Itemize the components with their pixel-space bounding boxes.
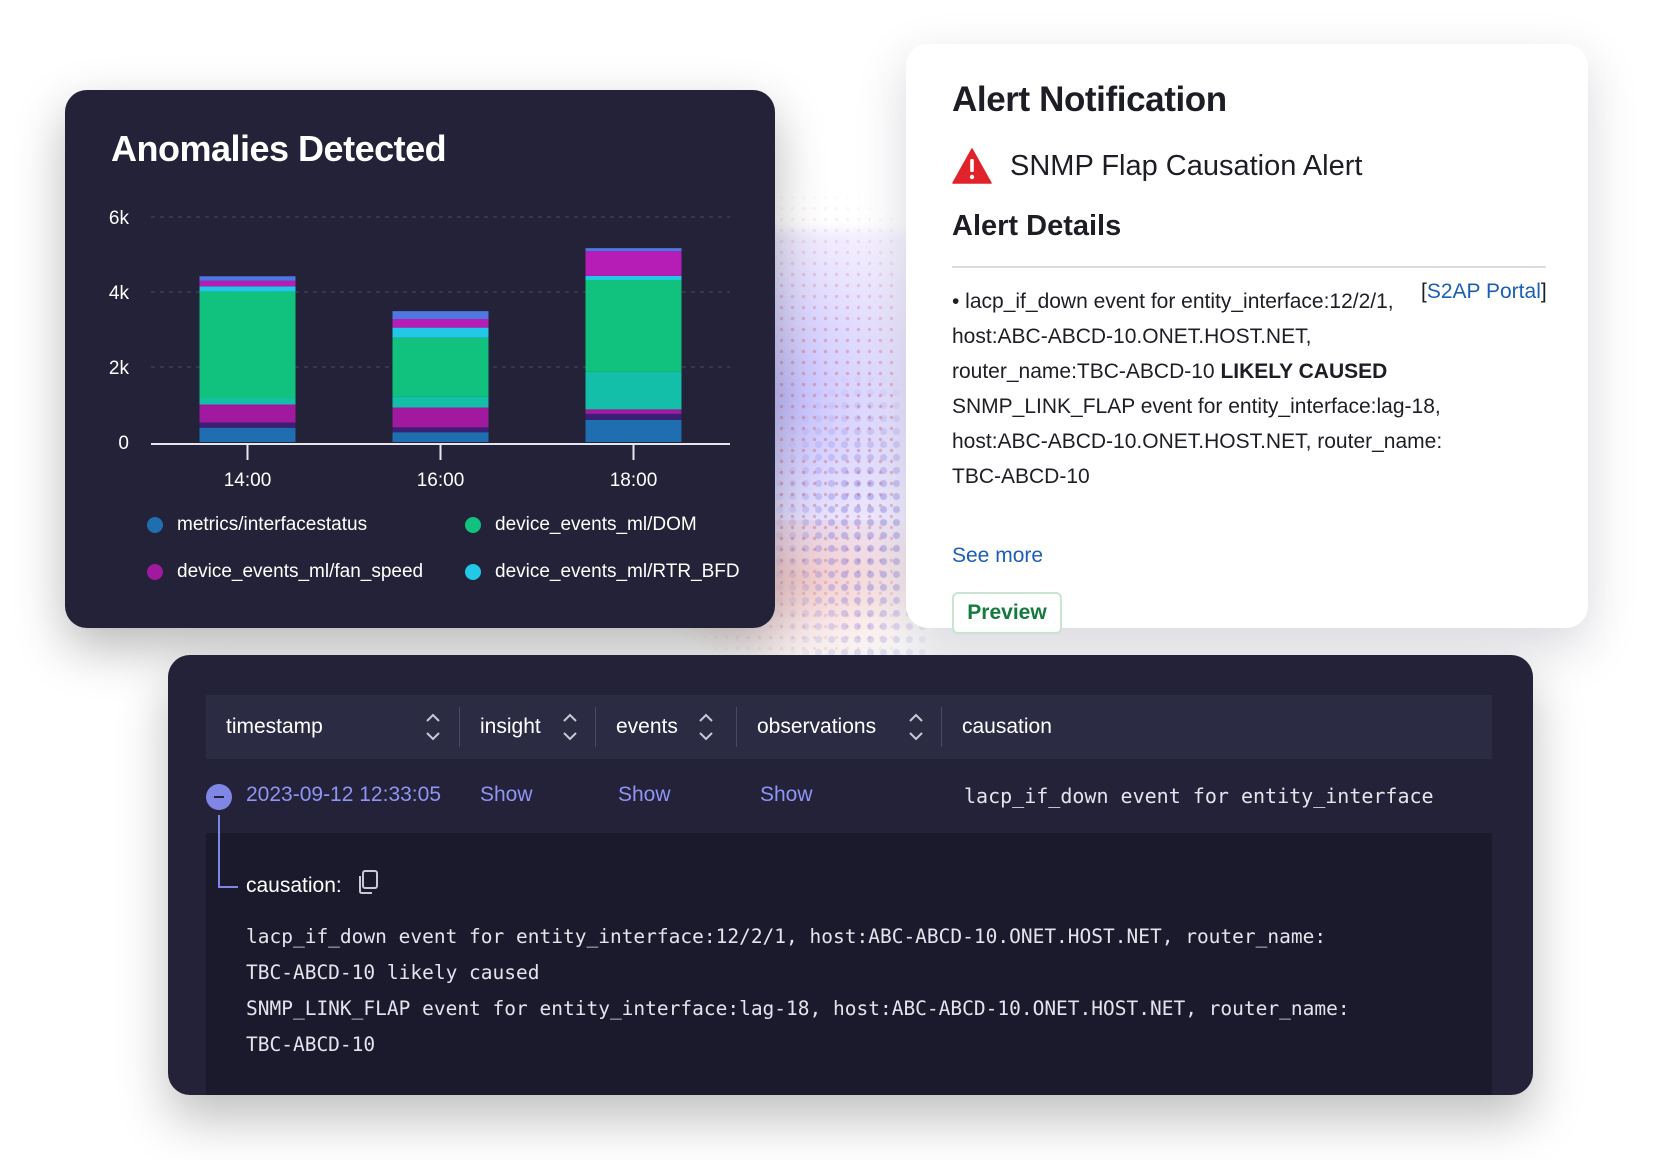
y-tick-label: 0 — [118, 433, 129, 454]
bar-segment — [199, 398, 296, 405]
expanded-row-panel: causation: lacp_if_down event for entity… — [206, 833, 1492, 1095]
column-header-observations[interactable]: observations — [737, 695, 942, 759]
bar-segment — [199, 422, 296, 428]
column-label: causation — [962, 715, 1052, 738]
alert-name: SNMP Flap Causation Alert — [1010, 149, 1363, 182]
legend-item-interfacestatus: metrics/interfacestatus — [147, 514, 367, 536]
preview-button[interactable]: Preview — [952, 592, 1062, 634]
bar-segment — [585, 371, 682, 410]
bar-segment — [585, 280, 682, 372]
cell-causation: lacp_if_down event for entity_interface — [964, 784, 1434, 808]
bar-segment — [392, 427, 489, 433]
tree-connector — [218, 815, 220, 888]
bar-segment — [392, 327, 489, 338]
legend-label: metrics/interfacestatus — [177, 514, 368, 535]
bar-segment — [585, 251, 682, 276]
causation-line: SNMP_LINK_FLAP event for entity_interfac… — [246, 997, 1350, 1020]
bar-segment — [199, 286, 296, 292]
legend-item-rtr-bfd: device_events_ml/RTR_BFD — [465, 561, 740, 583]
causation-label: causation: — [246, 874, 342, 897]
bar-segment — [199, 291, 296, 399]
legend-item-dom: device_events_ml/DOM — [465, 514, 697, 536]
bar-segment — [392, 396, 489, 408]
legend-item-fan-speed: device_events_ml/fan_speed — [147, 561, 423, 583]
sort-icon[interactable] — [425, 711, 441, 743]
bar-segment — [392, 319, 489, 328]
legend-dot — [465, 564, 481, 580]
detail-line: host:ABC-ABCD-10.ONET.HOST.NET, router_n… — [952, 430, 1443, 453]
warning-triangle-icon — [952, 148, 992, 184]
column-label: events — [616, 715, 678, 738]
x-tick-label: 14:00 — [224, 470, 272, 491]
legend-label: device_events_ml/DOM — [495, 514, 697, 535]
column-header-timestamp[interactable]: timestamp — [206, 695, 460, 759]
insights-table-card: timestamp insight events observations ca… — [168, 655, 1533, 1095]
show-insight-link[interactable]: Show — [480, 783, 533, 807]
alert-card-title: Alert Notification — [952, 80, 1227, 119]
anomalies-bar-chart: 6k 4k 2k 0 14:00 16:00 18:00 — [109, 208, 730, 491]
alert-name-row: SNMP Flap Causation Alert — [952, 148, 1362, 184]
divider — [952, 266, 1546, 268]
y-tick-label: 6k — [109, 208, 130, 229]
legend-dot — [147, 564, 163, 580]
detail-line: SNMP_LINK_FLAP event for entity_interfac… — [952, 395, 1441, 418]
bar-segment — [392, 432, 489, 442]
x-tick-label: 18:00 — [610, 470, 658, 491]
alert-notification-card: Alert Notification SNMP Flap Causation A… — [906, 44, 1588, 634]
causation-line: lacp_if_down event for entity_interface:… — [246, 925, 1327, 948]
causation-text: lacp_if_down event for entity_interface:… — [246, 919, 1350, 1063]
bar-segment — [199, 404, 296, 423]
table-header: timestamp insight events observations ca… — [206, 695, 1492, 759]
legend-label: device_events_ml/RTR_BFD — [495, 561, 740, 582]
bar-segment — [585, 419, 682, 442]
bar-segment — [199, 427, 296, 442]
column-header-causation[interactable]: causation — [942, 695, 1492, 759]
bar-segment — [585, 248, 682, 252]
bar-segment — [392, 337, 489, 397]
column-header-insight[interactable]: insight — [460, 695, 596, 759]
alert-details-title: Alert Details — [952, 210, 1122, 242]
detail-line: router_name:TBC-ABCD-10 LIKELY CAUSED — [952, 354, 1552, 389]
legend-label: device_events_ml/fan_speed — [177, 561, 424, 582]
column-label: timestamp — [226, 715, 323, 738]
column-header-events[interactable]: events — [596, 695, 737, 759]
background-dot-pattern-large — [760, 360, 930, 660]
see-more-link[interactable]: See more — [952, 544, 1043, 568]
tree-connector — [218, 886, 238, 888]
alert-details-text: • lacp_if_down event for entity_interfac… — [952, 284, 1552, 494]
x-tick-label: 16:00 — [417, 470, 465, 491]
bar-segment — [585, 275, 682, 280]
copy-icon[interactable] — [356, 869, 380, 895]
column-label: observations — [757, 715, 877, 738]
s2ap-portal-link[interactable]: S2AP Portal — [1427, 280, 1541, 303]
cell-timestamp: 2023-09-12 12:33:05 — [246, 783, 441, 806]
legend-dot — [465, 517, 481, 533]
y-tick-label: 2k — [109, 358, 130, 379]
table-row[interactable]: 2023-09-12 12:33:05 Show Show Show lacp_… — [206, 759, 1492, 833]
likely-caused-emphasis: LIKELY CAUSED — [1220, 360, 1388, 383]
bar-segment — [585, 409, 682, 414]
causation-line: TBC-ABCD-10 likely caused — [246, 961, 540, 984]
bar-segment — [199, 276, 296, 281]
bar-segment — [585, 413, 682, 420]
y-tick-label: 4k — [109, 283, 130, 304]
sort-icon[interactable] — [562, 711, 578, 743]
bracket-close: ] — [1540, 280, 1547, 303]
bar-segment — [199, 280, 296, 287]
bar-segment — [392, 311, 489, 319]
show-observations-link[interactable]: Show — [760, 783, 813, 807]
legend-dot — [147, 517, 163, 533]
detail-line: TBC-ABCD-10 — [952, 465, 1090, 488]
show-events-link[interactable]: Show — [618, 783, 671, 807]
anomalies-chart-card: Anomalies Detected 6k 4k 2k 0 14:00 16:00 18:0… — [65, 90, 775, 628]
detail-line: host:ABC-ABCD-10.ONET.HOST.NET, — [952, 325, 1312, 348]
detail-line-text: router_name:TBC-ABCD-10 — [952, 360, 1221, 383]
column-label: insight — [480, 715, 541, 738]
sort-icon[interactable] — [698, 711, 714, 743]
collapse-row-icon[interactable] — [206, 784, 232, 810]
s2ap-portal-link-wrapper: [S2AP Portal] — [1421, 280, 1547, 304]
bar-segment — [392, 407, 489, 428]
sort-icon[interactable] — [908, 711, 924, 743]
causation-line: TBC-ABCD-10 — [246, 1033, 376, 1056]
